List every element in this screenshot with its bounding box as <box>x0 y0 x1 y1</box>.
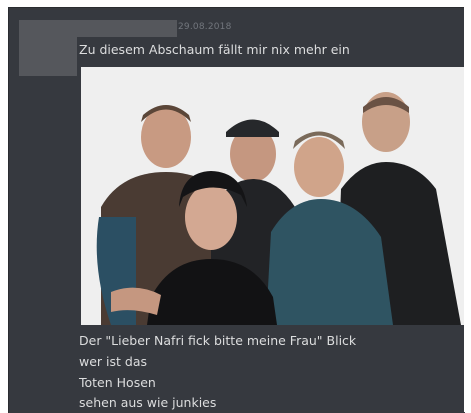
username-redacted[interactable] <box>77 20 177 37</box>
chat-window: 29.08.2018 Zu diesem Abschaum fällt mir … <box>8 7 465 413</box>
message-timestamp: 29.08.2018 <box>178 22 232 32</box>
attached-photo[interactable] <box>81 67 465 325</box>
message-line-2: Der "Lieber Nafri fick bitte meine Frau"… <box>79 333 357 348</box>
band-photo-illustration <box>81 67 465 325</box>
message-line-3: wer ist das <box>79 354 147 369</box>
window-edge <box>464 7 471 412</box>
message-line-5: sehen aus wie junkies <box>79 395 217 410</box>
message-line-4: Toten Hosen <box>79 375 156 390</box>
message-line-1: Zu diesem Abschaum fällt mir nix mehr ei… <box>79 42 350 57</box>
avatar-redacted[interactable] <box>19 20 77 76</box>
